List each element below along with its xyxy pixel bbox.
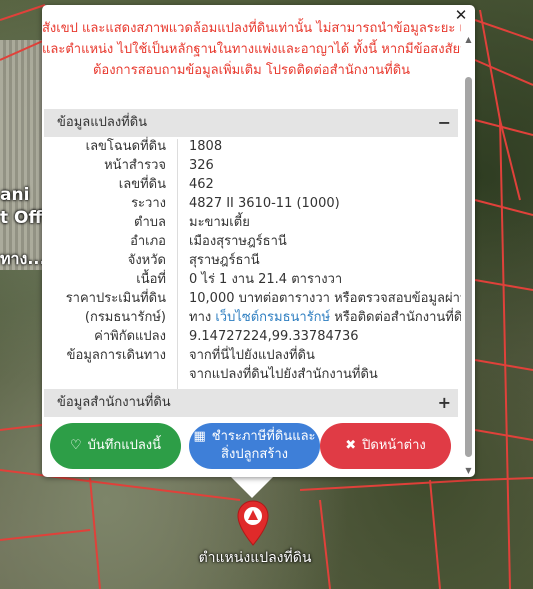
row-value: 4827 II 3610-11 (1000) xyxy=(189,196,340,211)
row-value: 1808 xyxy=(189,139,223,154)
detail-row: หน้าสำรวจ 326 xyxy=(44,156,458,175)
row-value: เมืองสุราษฎร์ธานี xyxy=(189,234,287,249)
qr-code-icon: ▦ xyxy=(193,429,206,444)
parcel-details: เลขโฉนดที่ดิน 1808 หน้าสำรวจ 326 เลขที่ดิน… xyxy=(44,137,461,384)
travel-row: จากแปลงที่ดินไปยังสำนักงานที่ดิน xyxy=(44,365,458,384)
scroll-thumb[interactable] xyxy=(465,77,472,457)
location-pin-icon[interactable] xyxy=(236,500,270,546)
travel-row: ข้อมูลการเดินทาง จากที่นี่ไปยังแปลงที่ดิน xyxy=(44,346,458,365)
row-value: 0 ไร่ 1 งาน 21.4 ตารางวา xyxy=(189,272,343,287)
popup-tip xyxy=(230,476,274,498)
price-text: หรือติดต่อสำนักงานที่ดิน xyxy=(330,310,461,325)
button-label: ปิดหน้าต่าง xyxy=(362,438,426,453)
row-label: อำเภอ xyxy=(130,234,166,249)
detail-row: ระวาง 4827 II 3610-11 (1000) xyxy=(44,194,458,213)
pay-tax-button[interactable]: ▦ ชำระภาษีที่ดินและ สิ่งปลูกสร้าง xyxy=(189,423,320,469)
close-window-button[interactable]: ✖ ปิดหน้าต่าง xyxy=(320,423,451,469)
directions-to-office-link[interactable]: จากแปลงที่ดินไปยังสำนักงานที่ดิน xyxy=(189,365,378,384)
detail-row: ตำบล มะขามเตี้ย xyxy=(44,213,458,232)
parcel-info-popup: สังเขป และแสดงสภาพแวดล้อมแปลงที่ดินเท่าน… xyxy=(42,5,475,477)
row-label: ตำบล xyxy=(134,215,166,230)
price-row: (กรมธนารักษ์) ทาง เว็บไซต์กรมธนารักษ์ หรื… xyxy=(44,308,461,327)
price-row: ราคาประเมินที่ดิน 10,000 บาทต่อตารางวา หร… xyxy=(44,289,461,308)
row-value: สุราษฎร์ธานี xyxy=(189,253,260,268)
section-title: ข้อมูลแปลงที่ดิน xyxy=(57,115,148,130)
disclaimer-line: และตำแหน่ง ไปใช้เป็นหลักฐานในทางแพ่งและอ… xyxy=(42,42,461,57)
expand-icon[interactable]: + xyxy=(438,389,451,417)
detail-row: อำเภอ เมืองสุราษฎร์ธานี xyxy=(44,232,458,251)
row-label: ราคาประเมินที่ดิน xyxy=(65,291,166,306)
map-label: t Off xyxy=(0,208,43,228)
popup-content: สังเขป และแสดงสภาพแวดล้อมแปลงที่ดินเท่าน… xyxy=(42,5,461,477)
row-value: มะขามเตี้ย xyxy=(189,215,250,230)
save-parcel-button[interactable]: ♡ บันทึกแปลงนี้ xyxy=(50,423,181,469)
popup-close-icon[interactable]: ✕ xyxy=(453,7,469,23)
section-office-header[interactable]: ข้อมูลสำนักงานที่ดิน + xyxy=(44,389,458,417)
row-label: เลขที่ดิน xyxy=(118,177,166,192)
button-label: สิ่งปลูกสร้าง xyxy=(221,447,288,462)
detail-row: เลขโฉนดที่ดิน 1808 xyxy=(44,137,458,156)
row-value: ทาง เว็บไซต์กรมธนารักษ์ หรือติดต่อสำนักง… xyxy=(189,308,461,327)
directions-to-parcel-link[interactable]: จากที่นี่ไปยังแปลงที่ดิน xyxy=(189,346,315,365)
row-value: 10,000 บาทต่อตารางวา หรือตรวจสอบข้อมูลผ่… xyxy=(189,291,461,306)
row-label: หน้าสำรวจ xyxy=(104,158,166,173)
treasury-website-link[interactable]: เว็บไซต์กรมธนารักษ์ xyxy=(215,310,330,325)
scroll-up-arrow-icon[interactable]: ▲ xyxy=(464,35,473,44)
row-value: 326 xyxy=(189,158,214,173)
row-label: ค่าพิกัดแปลง xyxy=(94,329,166,344)
row-label: เนื้อที่ xyxy=(136,272,166,287)
row-label: จังหวัด xyxy=(127,253,166,268)
close-icon: ✖ xyxy=(345,438,357,453)
row-label: ข้อมูลการเดินทาง xyxy=(66,348,166,363)
detail-row: เลขที่ดิน 462 xyxy=(44,175,458,194)
button-label-wrap: ▦ ชำระภาษีที่ดินและ สิ่งปลูกสร้าง xyxy=(193,428,315,464)
disclaimer-line: ต้องการสอบถามข้อมูลเพิ่มเติม โปรดติดต่อส… xyxy=(92,63,411,78)
detail-row: เนื้อที่ 0 ไร่ 1 งาน 21.4 ตารางวา xyxy=(44,270,458,289)
disclaimer-line: สังเขป และแสดงสภาพแวดล้อมแปลงที่ดินเท่าน… xyxy=(42,21,461,36)
heart-icon: ♡ xyxy=(69,438,82,453)
marker-caption: ตำแหน่งแปลงที่ดิน xyxy=(198,550,312,566)
disclaimer-text: สังเขป และแสดงสภาพแวดล้อมแปลงที่ดินเท่าน… xyxy=(42,18,461,81)
button-label-line: ▦ ชำระภาษีที่ดินและ xyxy=(193,428,315,446)
map-label: ani xyxy=(0,185,30,205)
map-label: ทาง... xyxy=(0,249,46,268)
detail-row: จังหวัด สุราษฎร์ธานี xyxy=(44,251,458,270)
section-title: ข้อมูลสำนักงานที่ดิน xyxy=(57,395,171,410)
row-label: ระวาง xyxy=(131,196,166,211)
row-value: 462 xyxy=(189,177,214,192)
coordinate-link[interactable]: 9.14727224,99.33784736 xyxy=(189,327,359,346)
row-label: (กรมธนารักษ์) xyxy=(84,310,166,325)
button-label: บันทึกแปลงนี้ xyxy=(87,438,162,453)
collapse-icon[interactable]: − xyxy=(438,109,451,137)
row-label: เลขโฉนดที่ดิน xyxy=(85,139,166,154)
scroll-down-arrow-icon[interactable]: ▼ xyxy=(464,466,473,475)
coord-row: ค่าพิกัดแปลง 9.14727224,99.33784736 xyxy=(44,327,458,346)
section-parcel-header[interactable]: ข้อมูลแปลงที่ดิน − xyxy=(44,109,458,137)
button-label: ชำระภาษีที่ดินและ xyxy=(211,429,316,444)
price-text: ทาง xyxy=(189,310,216,325)
popup-scrollbar[interactable]: ▲ ▼ xyxy=(464,35,473,475)
